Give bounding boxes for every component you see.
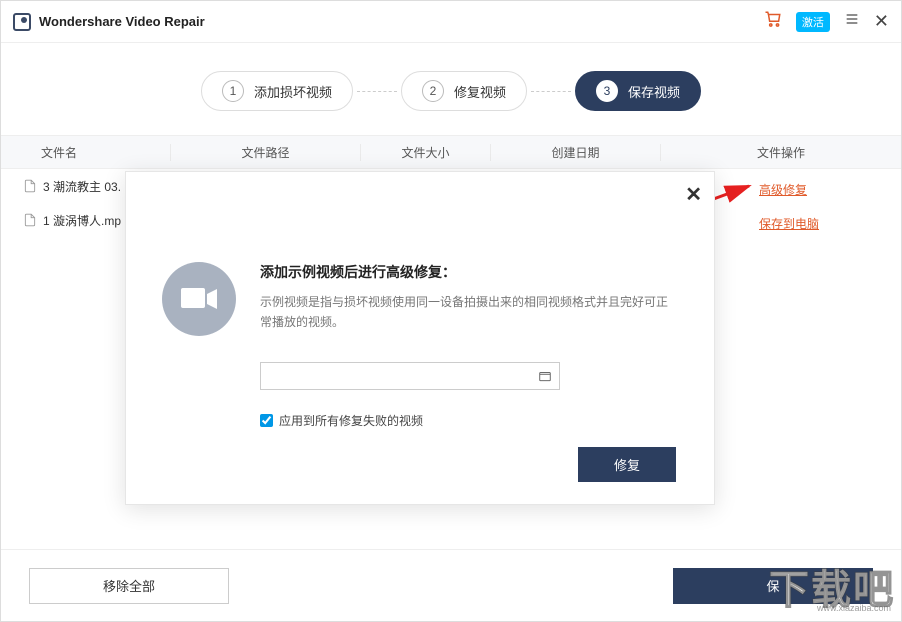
table-header: 文件名 文件路径 文件大小 创建日期 文件操作 xyxy=(1,135,901,169)
app-logo-icon xyxy=(13,13,31,31)
step-number: 3 xyxy=(596,80,618,102)
step-label: 添加损坏视频 xyxy=(254,82,332,101)
column-fileaction: 文件操作 xyxy=(661,144,901,161)
advanced-repair-modal: ✕ 添加示例视频后进行高级修复： 示例视频是指与损坏视频使用同一设备拍摄出来的相… xyxy=(125,171,715,505)
remove-all-button[interactable]: 移除全部 xyxy=(29,568,229,604)
apply-all-checkbox-row[interactable]: 应用到所有修复失败的视频 xyxy=(260,412,714,429)
app-title: Wondershare Video Repair xyxy=(39,14,764,29)
activate-button[interactable]: 激活 xyxy=(796,12,830,32)
modal-close-icon[interactable]: ✕ xyxy=(685,182,702,207)
video-camera-icon xyxy=(162,262,236,336)
column-filesize: 文件大小 xyxy=(361,144,491,161)
apply-all-checkbox[interactable] xyxy=(260,414,273,427)
file-icon xyxy=(23,178,37,194)
column-filepath: 文件路径 xyxy=(171,144,361,161)
file-icon xyxy=(23,212,37,228)
path-field[interactable] xyxy=(261,369,531,383)
column-createdate: 创建日期 xyxy=(491,144,661,161)
step-add-video[interactable]: 1 添加损坏视频 xyxy=(201,71,353,111)
advanced-repair-link[interactable]: 高级修复 xyxy=(759,181,807,198)
step-repair-video[interactable]: 2 修复视频 xyxy=(401,71,527,111)
step-number: 2 xyxy=(422,80,444,102)
checkbox-label: 应用到所有修复失败的视频 xyxy=(279,412,423,429)
step-label: 修复视频 xyxy=(454,82,506,101)
browse-folder-icon[interactable] xyxy=(531,363,559,389)
step-save-video[interactable]: 3 保存视频 xyxy=(575,71,701,111)
window-close-icon[interactable]: ✕ xyxy=(874,11,889,32)
sample-video-path-input[interactable] xyxy=(260,362,560,390)
step-separator xyxy=(531,91,571,92)
titlebar: Wondershare Video Repair 激活 ✕ xyxy=(1,1,901,43)
step-number: 1 xyxy=(222,80,244,102)
save-button[interactable]: 保 xyxy=(673,568,873,604)
menu-icon[interactable] xyxy=(844,11,860,32)
progress-steps: 1 添加损坏视频 2 修复视频 3 保存视频 xyxy=(1,71,901,111)
step-separator xyxy=(357,91,397,92)
save-to-computer-link[interactable]: 保存到电脑 xyxy=(759,215,819,232)
footer-bar: 移除全部 保 xyxy=(1,549,901,621)
cart-icon[interactable] xyxy=(764,10,782,33)
titlebar-actions: 激活 ✕ xyxy=(764,10,889,33)
modal-description: 示例视频是指与损坏视频使用同一设备拍摄出来的相同视频格式并且完好可正常播放的视频… xyxy=(260,292,678,333)
step-label: 保存视频 xyxy=(628,82,680,101)
column-filename: 文件名 xyxy=(1,144,171,161)
modal-title: 添加示例视频后进行高级修复： xyxy=(260,262,678,282)
repair-button[interactable]: 修复 xyxy=(578,447,676,482)
